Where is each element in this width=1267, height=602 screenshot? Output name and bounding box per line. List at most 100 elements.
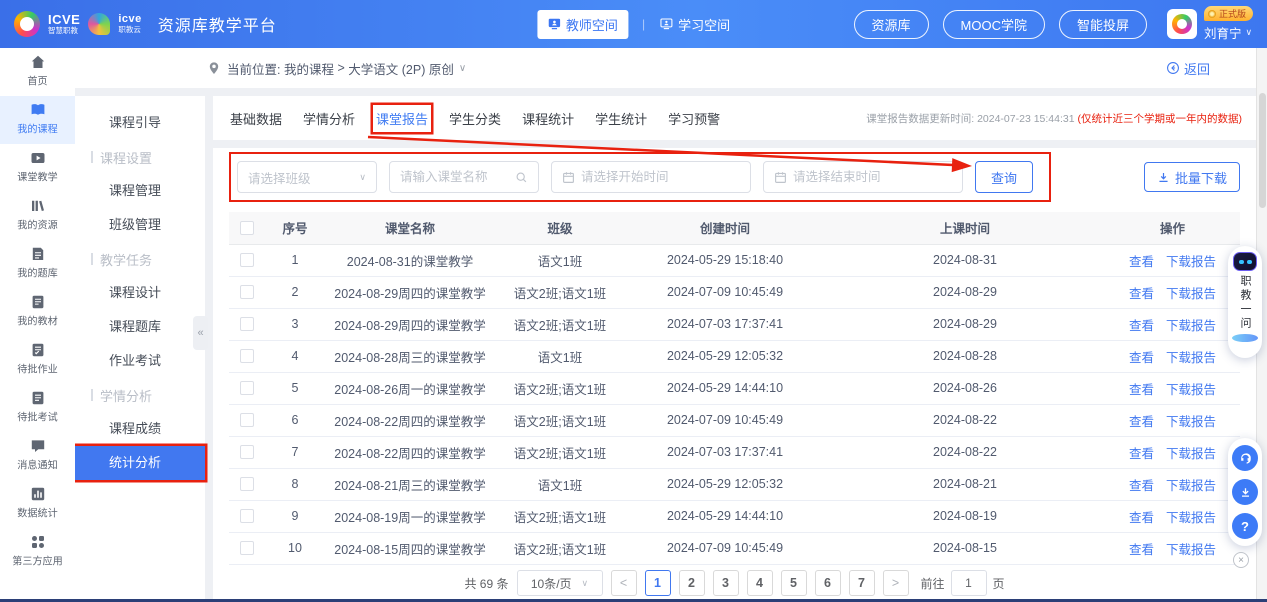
download-center-button[interactable] — [1232, 479, 1258, 505]
goto-page-input[interactable] — [951, 570, 987, 596]
sidebar-item-stats[interactable]: 数据统计 — [0, 480, 75, 528]
download-report-link[interactable]: 下载报告 — [1166, 351, 1216, 365]
menu-item-10[interactable]: 统计分析 — [75, 446, 205, 480]
row-checkbox[interactable] — [240, 253, 254, 267]
view-link[interactable]: 查看 — [1129, 543, 1154, 557]
table-row: 102024-08-15周四的课堂教学语文2班;语文1班2024-07-09 1… — [229, 532, 1240, 564]
download-report-link[interactable]: 下载报告 — [1166, 255, 1216, 269]
sidebar-item-homework[interactable]: 待批作业 — [0, 336, 75, 384]
learning-space-button[interactable]: 学习空间 — [659, 15, 730, 34]
sidebar-item-resource[interactable]: 我的资源 — [0, 192, 75, 240]
cell-index: 2 — [265, 276, 325, 308]
sidebar-item-course[interactable]: 我的课程 — [0, 96, 75, 144]
back-button[interactable]: 返回 — [1166, 59, 1210, 78]
menu-item-6[interactable]: 课程题库 — [75, 310, 205, 344]
assistant-widget[interactable]: 职教一问 — [1228, 246, 1262, 358]
help-button[interactable]: ? — [1232, 513, 1258, 539]
row-checkbox[interactable] — [240, 317, 254, 331]
wave-decoration — [1232, 334, 1258, 342]
cell-classes: 语文1班 — [495, 340, 625, 372]
row-checkbox[interactable] — [240, 477, 254, 491]
start-date-input[interactable] — [581, 170, 740, 184]
sidebar-collapse-handle[interactable]: « — [193, 316, 208, 350]
breadcrumb-path[interactable]: 我的课程 — [284, 59, 334, 78]
sidebar-item-exam[interactable]: 待批考试 — [0, 384, 75, 432]
page-button-2[interactable]: 2 — [679, 570, 705, 596]
tab-5[interactable]: 学生统计 — [592, 105, 650, 132]
resource-library-button[interactable]: 资源库 — [854, 10, 929, 39]
view-link[interactable]: 查看 — [1129, 511, 1154, 525]
teacher-space-button[interactable]: 教师空间 — [537, 10, 628, 39]
view-link[interactable]: 查看 — [1129, 255, 1154, 269]
menu-item-9[interactable]: 课程成绩 — [75, 412, 205, 446]
download-report-link[interactable]: 下载报告 — [1166, 383, 1216, 397]
query-button[interactable]: 查询 — [975, 161, 1033, 193]
tab-4[interactable]: 课程统计 — [519, 105, 577, 132]
tab-0[interactable]: 基础数据 — [227, 105, 285, 132]
user-name[interactable]: 刘育宁 ∨ — [1204, 23, 1252, 42]
view-link[interactable]: 查看 — [1129, 351, 1154, 365]
menu-item-7[interactable]: 作业考试 — [75, 344, 205, 378]
breadcrumb-caret-icon[interactable]: ∨ — [459, 63, 466, 74]
page-size-select[interactable]: 10条/页∨ — [517, 570, 603, 596]
row-checkbox[interactable] — [240, 541, 254, 555]
sidebar-item-home[interactable]: 首页 — [0, 48, 75, 96]
row-checkbox[interactable] — [240, 509, 254, 523]
location-pin-icon — [207, 61, 221, 75]
menu-item-3[interactable]: 班级管理 — [75, 208, 205, 242]
support-button[interactable] — [1232, 445, 1258, 471]
tab-3[interactable]: 学生分类 — [446, 105, 504, 132]
tab-2[interactable]: 课堂报告 — [373, 105, 431, 132]
smart-cast-button[interactable]: 智能投屏 — [1059, 10, 1147, 39]
sidebar-item-apps[interactable]: 第三方应用 — [0, 528, 75, 576]
menu-item-2[interactable]: 课程管理 — [75, 174, 205, 208]
view-link[interactable]: 查看 — [1129, 479, 1154, 493]
next-page-button[interactable]: > — [883, 570, 909, 596]
close-floating-button[interactable]: × — [1233, 552, 1249, 568]
download-report-link[interactable]: 下载报告 — [1166, 415, 1216, 429]
view-link[interactable]: 查看 — [1129, 447, 1154, 461]
tab-6[interactable]: 学习预警 — [665, 105, 723, 132]
class-select[interactable]: 请选择班级 ∨ — [237, 161, 377, 193]
mooc-college-button[interactable]: MOOC学院 — [943, 10, 1045, 39]
page-button-6[interactable]: 6 — [815, 570, 841, 596]
page-button-4[interactable]: 4 — [747, 570, 773, 596]
row-checkbox[interactable] — [240, 285, 254, 299]
cell-class-date: 2024-08-21 — [825, 468, 1105, 500]
download-report-link[interactable]: 下载报告 — [1166, 479, 1216, 493]
menu-item-5[interactable]: 课程设计 — [75, 276, 205, 310]
download-report-link[interactable]: 下载报告 — [1166, 511, 1216, 525]
sidebar-item-textbook[interactable]: 我的教材 — [0, 288, 75, 336]
sidebar-item-bank[interactable]: 我的题库 — [0, 240, 75, 288]
scrollbar-thumb[interactable] — [1259, 93, 1266, 208]
menu-item-0[interactable]: 课程引导 — [75, 106, 205, 140]
calendar-icon — [562, 171, 575, 184]
prev-page-button[interactable]: < — [611, 570, 637, 596]
breadcrumb-current[interactable]: 大学语文 (2P) 原创 — [348, 59, 454, 78]
end-date-input[interactable] — [793, 170, 952, 184]
page-button-1[interactable]: 1 — [645, 570, 671, 596]
download-report-link[interactable]: 下载报告 — [1166, 287, 1216, 301]
sidebar-item-teach[interactable]: 课堂教学 — [0, 144, 75, 192]
sidebar-item-message[interactable]: 消息通知 — [0, 432, 75, 480]
batch-download-button[interactable]: 批量下载 — [1144, 162, 1240, 192]
row-checkbox[interactable] — [240, 381, 254, 395]
row-checkbox[interactable] — [240, 349, 254, 363]
download-report-link[interactable]: 下载报告 — [1166, 319, 1216, 333]
download-report-link[interactable]: 下载报告 — [1166, 447, 1216, 461]
page-button-5[interactable]: 5 — [781, 570, 807, 596]
class-name-input[interactable] — [400, 170, 509, 184]
view-link[interactable]: 查看 — [1129, 415, 1154, 429]
update-info: 课堂报告数据更新时间: 2024-07-23 15:44:31 (仅统计近三个学… — [866, 111, 1242, 126]
view-link[interactable]: 查看 — [1129, 383, 1154, 397]
view-link[interactable]: 查看 — [1129, 319, 1154, 333]
row-checkbox[interactable] — [240, 445, 254, 459]
download-report-link[interactable]: 下载报告 — [1166, 543, 1216, 557]
user-menu[interactable]: 正式版 刘育宁 ∨ — [1167, 6, 1253, 42]
row-checkbox[interactable] — [240, 413, 254, 427]
view-link[interactable]: 查看 — [1129, 287, 1154, 301]
page-button-3[interactable]: 3 — [713, 570, 739, 596]
select-all-checkbox[interactable] — [240, 221, 254, 235]
tab-1[interactable]: 学情分析 — [300, 105, 358, 132]
page-button-7[interactable]: 7 — [849, 570, 875, 596]
